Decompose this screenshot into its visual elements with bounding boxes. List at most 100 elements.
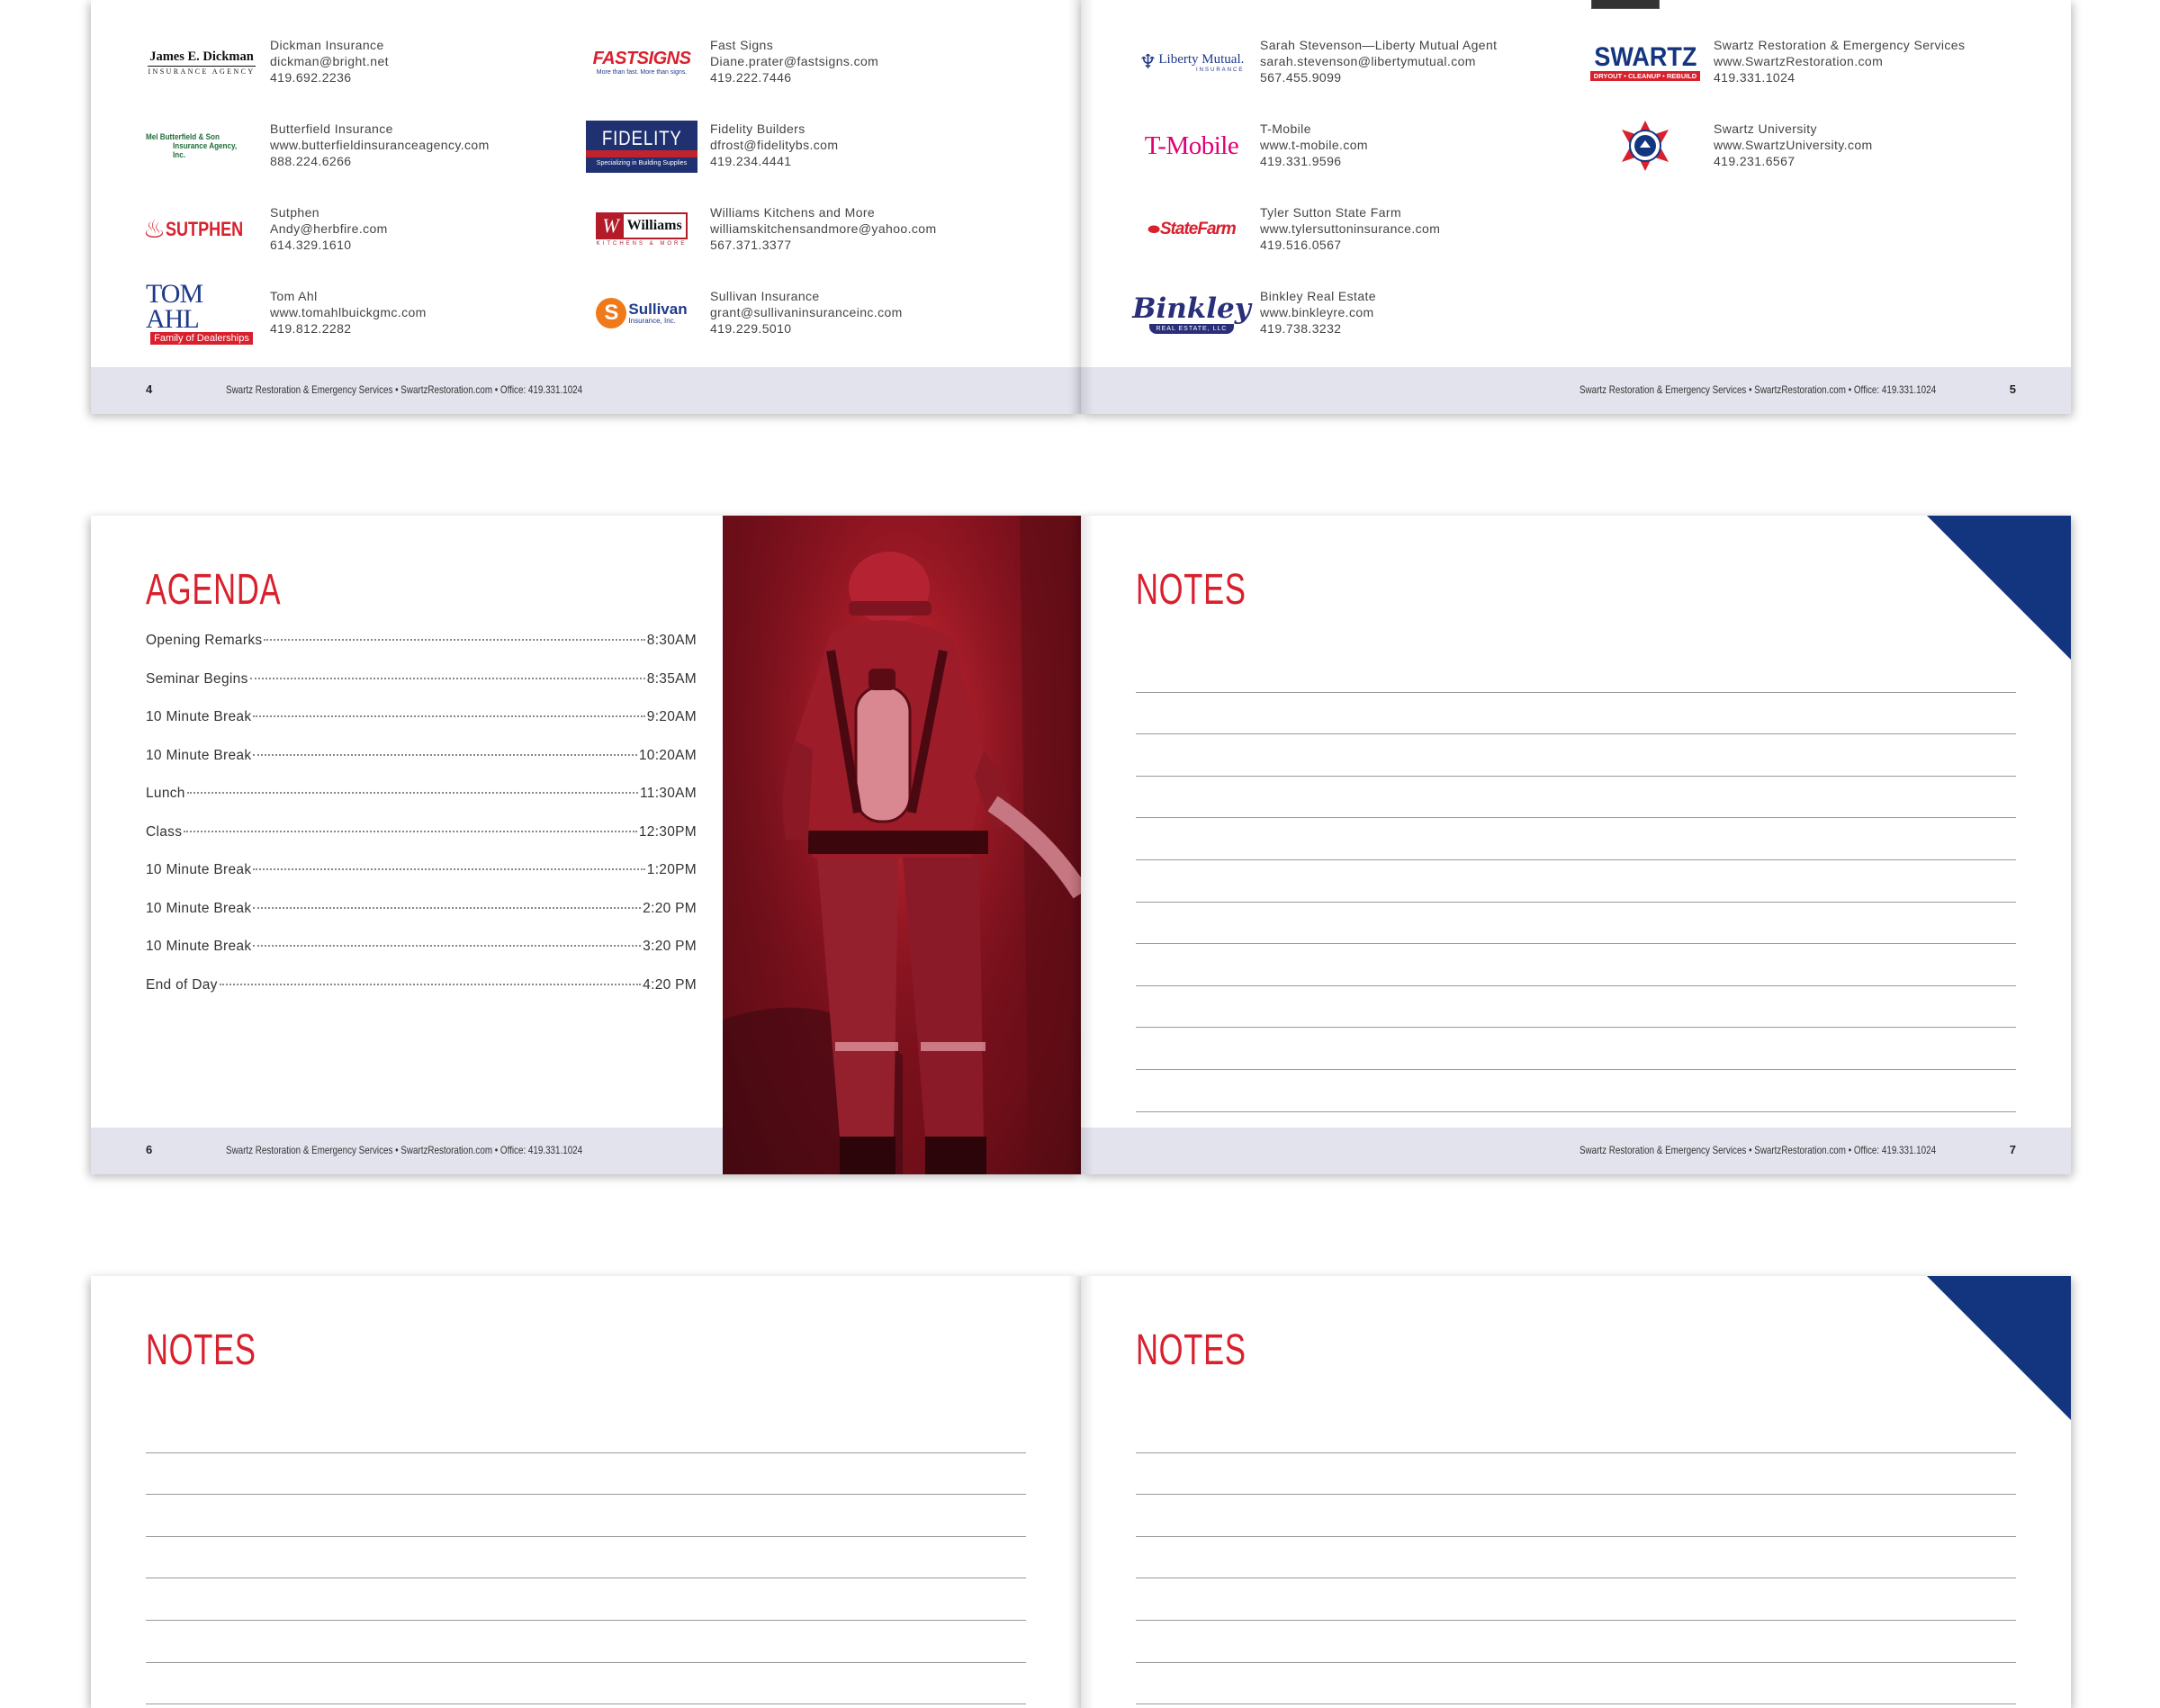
sponsor-phone: 888.224.6266 xyxy=(270,154,352,168)
agenda-row: 10 Minute Break 9:20AM xyxy=(146,709,697,724)
sponsor-phone: 419.516.0567 xyxy=(1260,238,1342,252)
sponsor-name: Dickman Insurance xyxy=(270,38,384,52)
sponsor-butterfield: Mel Butterfield & Son Insurance Agency, … xyxy=(146,121,578,193)
sponsor-contact[interactable]: www.binkleyre.com xyxy=(1260,304,1376,320)
sponsor-phone: 419.229.5010 xyxy=(710,321,792,336)
spread-pages-4-5: James E. Dickman INSURANCE AGENCY Dickma… xyxy=(91,0,2071,414)
fidelity-logo: FIDELITY Specializing in Building Suppli… xyxy=(586,121,698,173)
page-footer: 4 Swartz Restoration & Emergency Service… xyxy=(91,367,1081,414)
williams-logo: W Williams KITCHENS & MORE xyxy=(596,212,688,247)
sponsor-fidelity: FIDELITY Specializing in Building Suppli… xyxy=(586,121,1018,193)
sponsor-sullivan: S Sullivan Insurance, Inc. Sullivan Insu… xyxy=(586,288,1018,360)
agenda-title: AGENDA xyxy=(146,566,282,614)
maltese-cross-icon xyxy=(1622,121,1669,171)
page-6: AGENDA Opening Remarks 8:30AM Seminar Beg… xyxy=(91,516,1081,1174)
sponsor-t-mobile: T-Mobile T-Mobile www.t-mobile.com 419.3… xyxy=(1136,121,1568,193)
notes-lines[interactable] xyxy=(1136,1411,2016,1705)
footer-text: Swartz Restoration & Emergency Services … xyxy=(1579,1144,1936,1156)
dickman-logo: James E. Dickman INSURANCE AGENCY xyxy=(148,49,256,76)
sutphen-flame-icon: ♨ xyxy=(142,214,166,244)
binkley-logo: Binkley REAL ESTATE, LLC xyxy=(1132,292,1251,334)
sponsor-phone: 419.812.2282 xyxy=(270,321,352,336)
agenda-row: End of Day 4:20 PM xyxy=(146,976,697,993)
sponsor-name: Sarah Stevenson—Liberty Mutual Agent xyxy=(1260,38,1498,52)
agenda-row: Seminar Begins 8:35AM xyxy=(146,670,697,687)
notes-lines[interactable] xyxy=(146,1411,1026,1705)
sponsor-name: Butterfield Insurance xyxy=(270,121,393,136)
sponsor-name: Tom Ahl xyxy=(270,289,318,303)
williams-w-icon: W xyxy=(598,214,624,238)
sponsor-phone: 419.331.9596 xyxy=(1260,154,1342,168)
notes-title: NOTES xyxy=(146,1326,256,1374)
sponsor-name: Fast Signs xyxy=(710,38,774,52)
state-farm-ovals-icon: ⬬ xyxy=(1148,220,1160,238)
page-4: James E. Dickman INSURANCE AGENCY Dickma… xyxy=(91,0,1081,414)
footer-text: Swartz Restoration & Emergency Services … xyxy=(1579,383,1936,396)
sponsor-contact[interactable]: www.tylersuttoninsurance.com xyxy=(1260,220,1440,237)
spread-pages-8-9: NOTES NOTES xyxy=(91,1276,2071,1708)
agenda-row: 10 Minute Break 10:20AM xyxy=(146,747,697,763)
sponsor-contact[interactable]: www.butterfieldinsuranceagency.com xyxy=(270,137,490,153)
fastsigns-logo: FASTSIGNS More than fast. More than sign… xyxy=(592,49,691,76)
sponsor-phone: 419.331.1024 xyxy=(1714,70,1796,85)
notes-title: NOTES xyxy=(1136,1326,1246,1374)
firefighter-photo xyxy=(723,516,1081,1174)
spread-pages-6-7: AGENDA Opening Remarks 8:30AM Seminar Beg… xyxy=(91,516,2071,1174)
agenda-row: Lunch 11:30AM xyxy=(146,786,697,801)
agenda-row: 10 Minute Break 3:20 PM xyxy=(146,939,697,954)
sponsor-tom-ahl: TOM AHL Family of Dealerships Tom Ahl ww… xyxy=(146,281,578,360)
corner-triangle xyxy=(1927,1276,2071,1420)
sponsor-contact[interactable]: dickman@bright.net xyxy=(270,53,389,69)
sponsor-contact[interactable]: sarah.stevenson@libertymutual.com xyxy=(1260,53,1497,69)
sponsor-phone: 419.738.3232 xyxy=(1260,321,1342,336)
footer-text: Swartz Restoration & Emergency Services … xyxy=(226,1144,583,1156)
corner-triangle xyxy=(1927,516,2071,660)
sponsor-binkley: Binkley REAL ESTATE, LLC Binkley Real Es… xyxy=(1132,288,1568,360)
liberty-mutual-logo: ♆ Liberty Mutual. INSURANCE xyxy=(1138,50,1245,74)
sponsor-name: Williams Kitchens and More xyxy=(710,205,876,220)
sponsor-phone: 567.371.3377 xyxy=(710,238,792,252)
sponsor-contact[interactable]: www.tomahlbuickgmc.com xyxy=(270,304,427,320)
sponsor-name: Sutphen xyxy=(270,205,320,220)
agenda-row: 10 Minute Break 1:20PM xyxy=(146,862,697,877)
sponsor-contact[interactable]: www.SwartzRestoration.com xyxy=(1714,53,1965,69)
sponsor-name: T-Mobile xyxy=(1260,121,1311,136)
page-9: NOTES xyxy=(1081,1276,2071,1708)
sponsor-phone: 419.234.4441 xyxy=(710,154,792,168)
sponsor-contact[interactable]: williamskitchensandmore@yahoo.com xyxy=(710,220,937,237)
sponsor-phone: 419.692.2236 xyxy=(270,70,352,85)
sponsor-dickman: James E. Dickman INSURANCE AGENCY Dickma… xyxy=(146,37,578,109)
notes-lines[interactable] xyxy=(1136,651,2016,1112)
sponsor-name: Binkley Real Estate xyxy=(1260,289,1376,303)
page-8: NOTES xyxy=(91,1276,1081,1708)
sponsor-contact[interactable]: Diane.prater@fastsigns.com xyxy=(710,53,878,69)
state-farm-logo: ⬬ StateFarm xyxy=(1148,220,1237,238)
cropped-logo xyxy=(1591,0,1660,9)
page-5: ♆ Liberty Mutual. INSURANCE Sarah Steven… xyxy=(1081,0,2071,414)
page-number: 7 xyxy=(2009,1143,2016,1156)
sponsor-phone: 614.329.1610 xyxy=(270,238,352,252)
agenda-row: Opening Remarks 8:30AM xyxy=(146,633,697,648)
page-footer: Swartz Restoration & Emergency Services … xyxy=(1081,367,2071,414)
swartz-university-badge-icon xyxy=(1589,121,1701,171)
tom-ahl-logo: TOM AHL Family of Dealerships xyxy=(146,281,257,345)
sutphen-logo: ♨ SUTPHEN xyxy=(142,214,244,244)
sponsor-name: Swartz University xyxy=(1714,121,1817,136)
footer-text: Swartz Restoration & Emergency Services … xyxy=(226,383,583,396)
sponsor-sutphen: ♨ SUTPHEN Sutphen Andy@herbfire.com 614.… xyxy=(142,204,578,276)
agenda-row: 10 Minute Break 2:20 PM xyxy=(146,900,697,916)
sponsor-contact[interactable]: grant@sullivaninsuranceinc.com xyxy=(710,304,903,320)
swartz-logo: SWARTZ DRYOUT • CLEANUP • REBUILD xyxy=(1589,40,1701,84)
sponsor-liberty-mutual: ♆ Liberty Mutual. INSURANCE Sarah Steven… xyxy=(1136,37,1568,109)
sponsor-fastsigns: FASTSIGNS More than fast. More than sign… xyxy=(586,37,1018,109)
page-7: NOTES Swartz Restoration & Emergency Ser… xyxy=(1081,516,2071,1174)
sponsor-contact[interactable]: dfrost@fidelitybs.com xyxy=(710,137,838,153)
sponsor-name: Sullivan Insurance xyxy=(710,289,820,303)
sponsor-contact[interactable]: www.t-mobile.com xyxy=(1260,137,1368,153)
page-number: 5 xyxy=(2009,382,2016,396)
sponsor-phone: 567.455.9099 xyxy=(1260,70,1342,85)
sponsor-phone: 419.231.6567 xyxy=(1714,154,1796,168)
sponsor-contact[interactable]: Andy@herbfire.com xyxy=(270,220,388,237)
agenda-row: Class 12:30PM xyxy=(146,823,697,840)
sponsor-contact[interactable]: www.SwartzUniversity.com xyxy=(1714,137,1873,153)
